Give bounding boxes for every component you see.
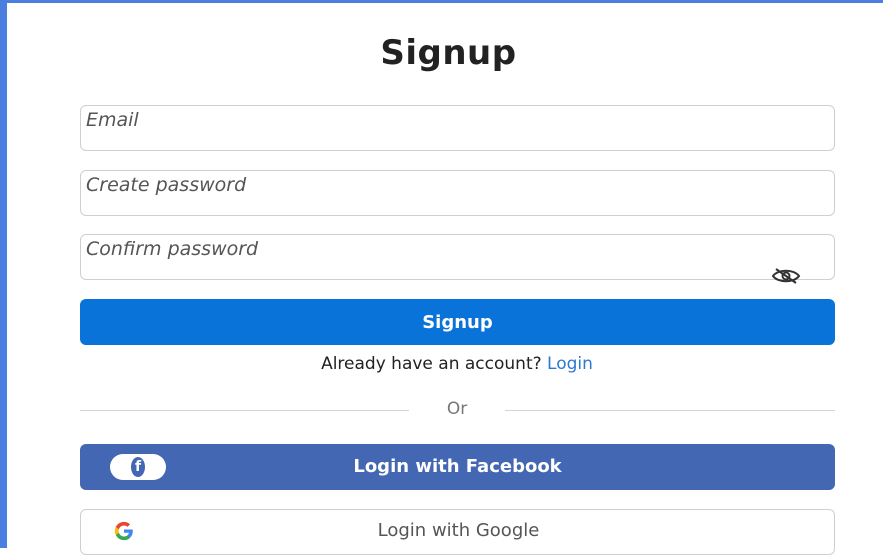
- divider-left: [80, 410, 409, 411]
- confirm-password-field[interactable]: [80, 234, 835, 280]
- signup-card: Signup Signup Already have an account? L…: [0, 0, 883, 555]
- google-login-label: Login with Google: [377, 520, 540, 541]
- divider-or: Or: [446, 399, 468, 419]
- create-password-field[interactable]: [80, 170, 835, 216]
- divider-right: [505, 410, 835, 411]
- google-login-button[interactable]: Login with Google: [80, 509, 835, 555]
- email-field[interactable]: [80, 105, 835, 151]
- have-account-text: Already have an account?: [321, 354, 542, 374]
- facebook-login-label: Login with Facebook: [353, 456, 562, 477]
- signup-button[interactable]: Signup: [80, 299, 835, 345]
- page-title: Signup: [380, 33, 517, 73]
- facebook-login-button[interactable]: f Login with Facebook: [80, 444, 835, 490]
- eye-off-icon[interactable]: [770, 267, 802, 285]
- login-link[interactable]: Login: [547, 354, 593, 374]
- login-prompt: Already have an account? Login: [7, 354, 883, 374]
